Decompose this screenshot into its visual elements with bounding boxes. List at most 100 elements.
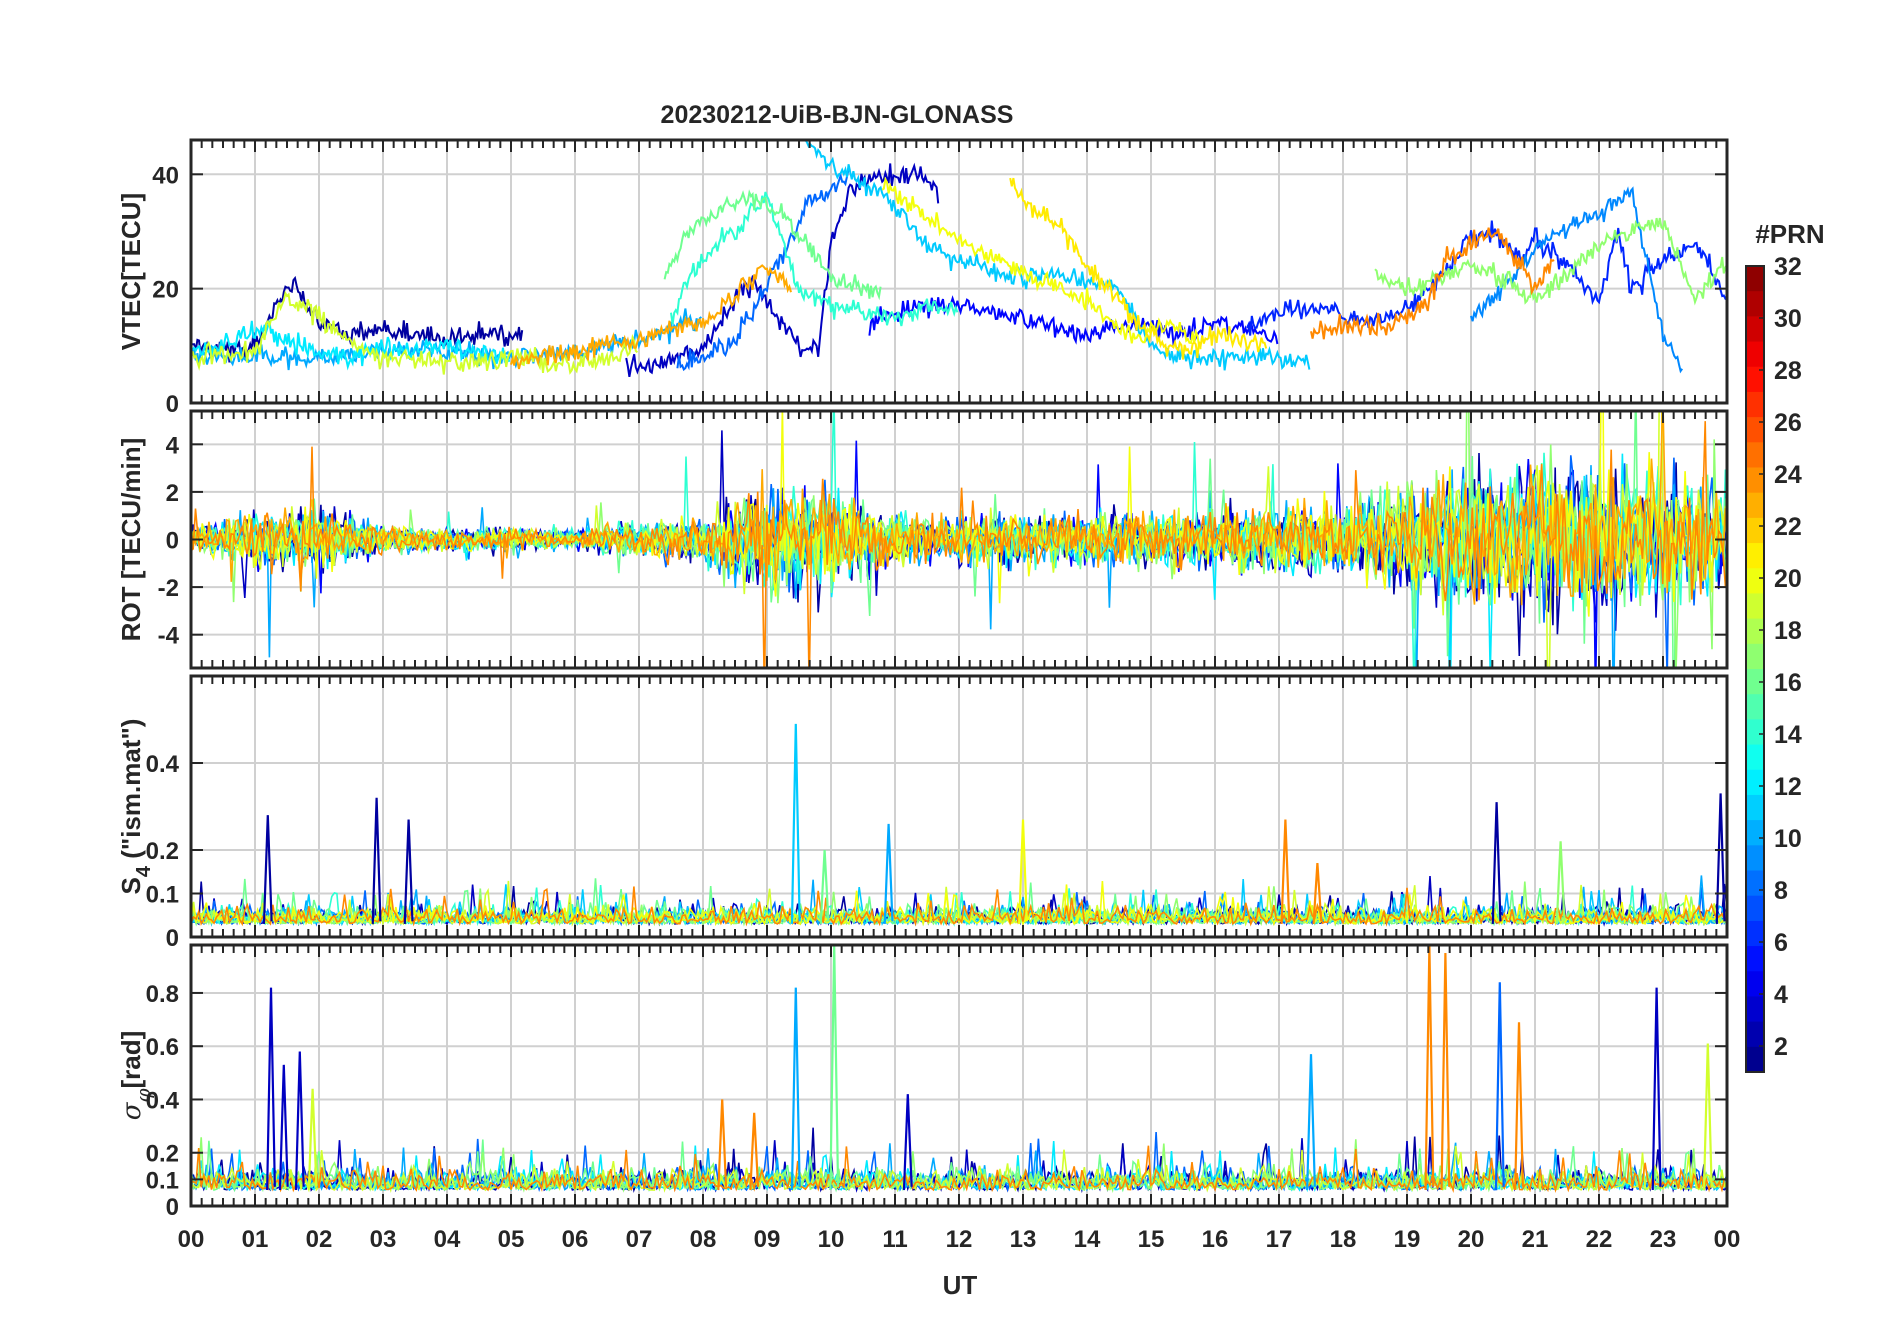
- colorbar-band: [1746, 719, 1764, 746]
- x-tick-label: 00: [1714, 1226, 1741, 1253]
- colorbar-band: [1746, 946, 1764, 972]
- y-axis-label-rot: ROT [TECU/min]: [116, 438, 146, 642]
- colorbar-tick-label: 16: [1774, 669, 1802, 697]
- colorbar-tick-label: 24: [1774, 461, 1802, 489]
- colorbar-band: [1746, 593, 1764, 620]
- colorbar-tick-label: 4: [1774, 981, 1788, 1009]
- x-axis-label: UT: [943, 1270, 978, 1300]
- s4-peak-2: [403, 819, 414, 924]
- vtec-series-prn-23: [510, 264, 792, 370]
- colorbar-band: [1746, 694, 1764, 720]
- x-tick-label: 22: [1586, 1226, 1613, 1253]
- x-tick-label: 03: [370, 1226, 397, 1253]
- y-tick-label-s4: 0.1: [146, 882, 179, 909]
- colorbar-band: [1746, 266, 1764, 292]
- colorbar-band: [1746, 316, 1764, 343]
- panels: 02040VTEC[TECU]-4-2024ROT [TECU/min]00.1…: [116, 138, 1729, 1221]
- x-tick-label: 07: [626, 1226, 653, 1253]
- vtec-series-prn-6: [1246, 220, 1727, 336]
- colorbar-band: [1746, 820, 1764, 846]
- y-tick-label-sigma_phi: 0.6: [146, 1034, 179, 1061]
- vtec-series-prn-3: [625, 162, 940, 377]
- colorbar-tick-label: 20: [1774, 565, 1802, 593]
- colorbar-band: [1746, 341, 1764, 368]
- x-tick-label: 05: [498, 1226, 525, 1253]
- x-tick-label: 06: [562, 1226, 589, 1253]
- colorbar-band: [1746, 517, 1764, 544]
- colorbar-band: [1746, 391, 1764, 418]
- panel-rot: -4 -2 0 2 4 ROT [TECU/min]: [116, 409, 1729, 670]
- colorbar-label: #PRN: [1755, 219, 1824, 249]
- x-tick-label: 13: [1010, 1226, 1037, 1253]
- colorbar-band: [1746, 996, 1764, 1023]
- colorbar-tick-label: 30: [1774, 305, 1802, 333]
- sigma_phi-peak-13: [1514, 1022, 1524, 1191]
- colorbar-band: [1746, 291, 1764, 317]
- y-tick-label-vtec: 20: [152, 277, 179, 304]
- y-tick-label-vtec: 40: [152, 162, 179, 189]
- x-tick-label: 02: [306, 1226, 333, 1253]
- colorbar-band: [1746, 920, 1764, 947]
- panel-sigma_phi: 00.10.20.40.60.8σφ[rad]: [116, 943, 1729, 1221]
- x-tick-label: 00: [178, 1226, 205, 1253]
- sigma_phi-peak-0: [266, 987, 276, 1191]
- colorbar-band: [1746, 643, 1764, 670]
- y-tick-label-rot: 2: [166, 480, 179, 507]
- x-tick-label: 19: [1394, 1226, 1421, 1253]
- y-tick-label-rot: -2: [158, 575, 179, 602]
- colorbar-tick-label: 14: [1774, 721, 1802, 749]
- y-tick-label-rot: 0: [166, 528, 179, 555]
- panel-vtec: 0 20 40VTEC[TECU]: [116, 138, 1729, 418]
- y-tick-label-sigma_phi: 0.8: [146, 981, 179, 1008]
- sigma_phi-peak-15: [1702, 1043, 1713, 1191]
- chart-title: 20230212-UiB-BJN-GLONASS: [661, 101, 1014, 129]
- grid-vtec: [191, 140, 1727, 403]
- colorbar-tick-label: 28: [1774, 357, 1802, 385]
- figure: 20230212-UiB-BJN-GLONASS 02040VTEC[TECU]…: [116, 101, 1825, 1300]
- y-tick-label-rot: -4: [158, 623, 180, 650]
- s4-peak-11: [1715, 793, 1726, 924]
- colorbar-tick-label: 12: [1774, 773, 1802, 801]
- x-tick-label: 11: [882, 1226, 907, 1253]
- colorbar-band: [1746, 442, 1764, 469]
- colorbar-tick-label: 2: [1774, 1033, 1788, 1061]
- colorbar-tick-label: 32: [1774, 253, 1802, 281]
- x-tick-label: 04: [434, 1226, 461, 1253]
- sigma_phi-peak-6: [790, 987, 801, 1191]
- colorbar-band: [1746, 744, 1764, 771]
- colorbar-band: [1746, 618, 1764, 645]
- colorbar-tick-label: 18: [1774, 617, 1802, 645]
- sigma_phi-peak-9: [1306, 1054, 1316, 1191]
- y-tick-label-vtec: 0: [166, 391, 179, 418]
- colorbar-tick-label: 22: [1774, 513, 1802, 541]
- colorbar-band: [1746, 1046, 1764, 1073]
- colorbar-band: [1746, 971, 1764, 998]
- colorbar-band: [1746, 769, 1764, 796]
- colorbar-band: [1746, 870, 1764, 897]
- colorbar-tick-label: 10: [1774, 825, 1802, 853]
- x-axis: 00 01 02 03 04 05 06 07 08 09 10 11 12 13 14 15 16 17 18 19…: [178, 1226, 1741, 1253]
- y-axis-label-s4: S4 ("ism.mat"): [116, 719, 155, 895]
- y-tick-label-s4: 0: [166, 925, 179, 952]
- colorbar-band: [1746, 845, 1764, 872]
- panel-s4: 0 0.1 0.2 0.4S4 ("ism.mat"): [116, 674, 1729, 952]
- colorbar: 2468101214161820222426283032#PRN: [1745, 219, 1825, 1073]
- y-tick-label-rot: 4: [166, 432, 180, 459]
- x-tick-label: 12: [946, 1226, 973, 1253]
- y-tick-label-s4: 0.4: [146, 751, 180, 778]
- x-tick-label: 09: [754, 1226, 781, 1253]
- x-tick-label: 15: [1138, 1226, 1165, 1253]
- x-tick-label: 20: [1458, 1226, 1485, 1253]
- colorbar-band: [1746, 492, 1764, 519]
- y-tick-label-sigma_phi: 0.1: [146, 1167, 179, 1194]
- x-tick-label: 23: [1650, 1226, 1677, 1253]
- colorbar-tick-label: 26: [1774, 409, 1802, 437]
- sigma_phi-peak-2: [294, 1051, 305, 1191]
- y-tick-label-s4: 0.2: [146, 838, 179, 865]
- colorbar-tick-label: 8: [1774, 877, 1788, 905]
- x-tick-label: 01: [242, 1226, 269, 1253]
- x-tick-label: 21: [1522, 1226, 1549, 1253]
- x-tick-label: 18: [1330, 1226, 1357, 1253]
- colorbar-band: [1746, 1021, 1764, 1048]
- sigma_phi-peak-11: [1440, 952, 1451, 1191]
